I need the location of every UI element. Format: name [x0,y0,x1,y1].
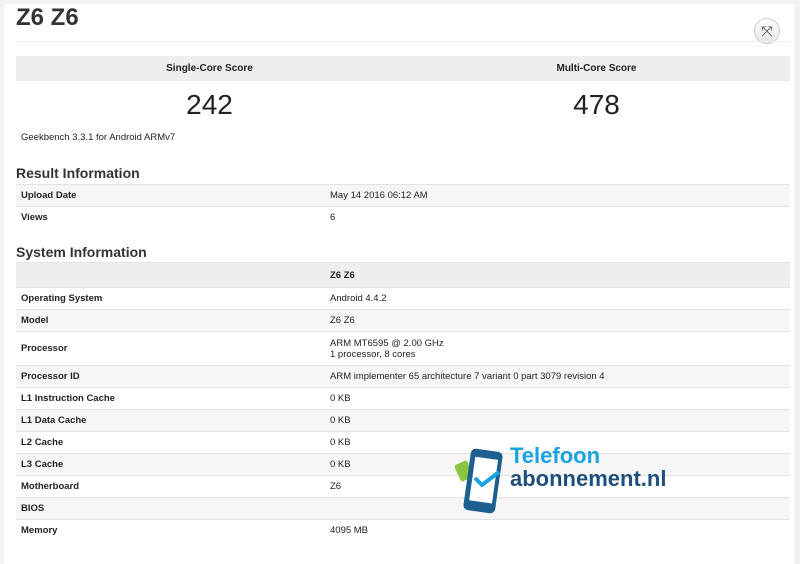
multi-core-score: Multi-Core Score 478 [403,56,790,121]
multi-core-label: Multi-Core Score [403,56,790,81]
header-device: Z6 Z6 [325,262,790,288]
row-label: Memory [16,519,325,542]
row-value: 0 KB [325,387,790,410]
row-label: L3 Cache [16,453,325,476]
row-label: Upload Date [16,184,325,207]
multi-core-value: 478 [573,89,620,120]
row-label: Processor [16,331,325,366]
table-row: L2 Cache 0 KB [16,431,790,454]
header-blank [16,262,325,288]
table-row: Upload Date May 14 2016 06:12 AM [16,184,790,207]
page-title: Z6 Z6 [16,4,79,31]
table-row: BIOS [16,497,790,520]
table-row: Processor ARM MT6595 @ 2.00 GHz 1 processo… [16,331,790,366]
row-value: May 14 2016 06:12 AM [325,184,790,207]
single-core-label: Single-Core Score [16,56,403,81]
single-core-score: Single-Core Score 242 [16,56,403,121]
phone-icon [454,448,503,514]
expand-icon: ⤧ [761,23,773,39]
row-value: 4095 MB [325,519,790,542]
row-label: Model [16,309,325,332]
row-label: BIOS [16,497,325,520]
row-label: L1 Instruction Cache [16,387,325,410]
result-info-heading: Result Information [16,165,140,181]
table-header: Z6 Z6 [16,262,790,288]
single-core-value: 242 [186,89,233,120]
row-value-line: 1 processor, 8 cores [330,348,416,360]
result-info-table: Upload Date May 14 2016 06:12 AM Views 6 [16,184,790,229]
row-label: L2 Cache [16,431,325,454]
row-value: 6 [325,206,790,229]
table-row: Processor ID ARM implementer 65 architect… [16,365,790,388]
row-value: Z6 Z6 [325,309,790,332]
table-row: Views 6 [16,206,790,229]
system-info-heading: System Information [16,244,147,260]
table-row: Operating System Android 4.4.2 [16,287,790,310]
row-value-line: ARM MT6595 @ 2.00 GHz [330,337,444,349]
divider [16,41,790,42]
table-row: L1 Instruction Cache 0 KB [16,387,790,410]
row-label: Operating System [16,287,325,310]
row-label: Processor ID [16,365,325,388]
row-value: ARM implementer 65 architecture 7 varian… [325,365,790,388]
row-value: 0 KB [325,409,790,432]
table-row: Model Z6 Z6 [16,309,790,332]
table-row: Motherboard Z6 [16,475,790,498]
geekbench-version: Geekbench 3.3.1 for Android ARMv7 [21,132,176,143]
row-label: Views [16,206,325,229]
row-label: L1 Data Cache [16,409,325,432]
watermark-logo: Telefoon abonnement.nl [454,443,666,518]
scores: Single-Core Score 242 Multi-Core Score 4… [16,56,790,121]
table-row: Memory 4095 MB [16,519,790,542]
table-row: L3 Cache 0 KB [16,453,790,476]
system-info-table: Z6 Z6 Operating System Android 4.4.2 Model… [16,262,790,542]
row-value: Android 4.4.2 [325,287,790,310]
row-value: ARM MT6595 @ 2.00 GHz 1 processor, 8 core… [325,331,790,366]
watermark-text-2: abonnement.nl [510,466,667,491]
row-label: Motherboard [16,475,325,498]
table-row: L1 Data Cache 0 KB [16,409,790,432]
